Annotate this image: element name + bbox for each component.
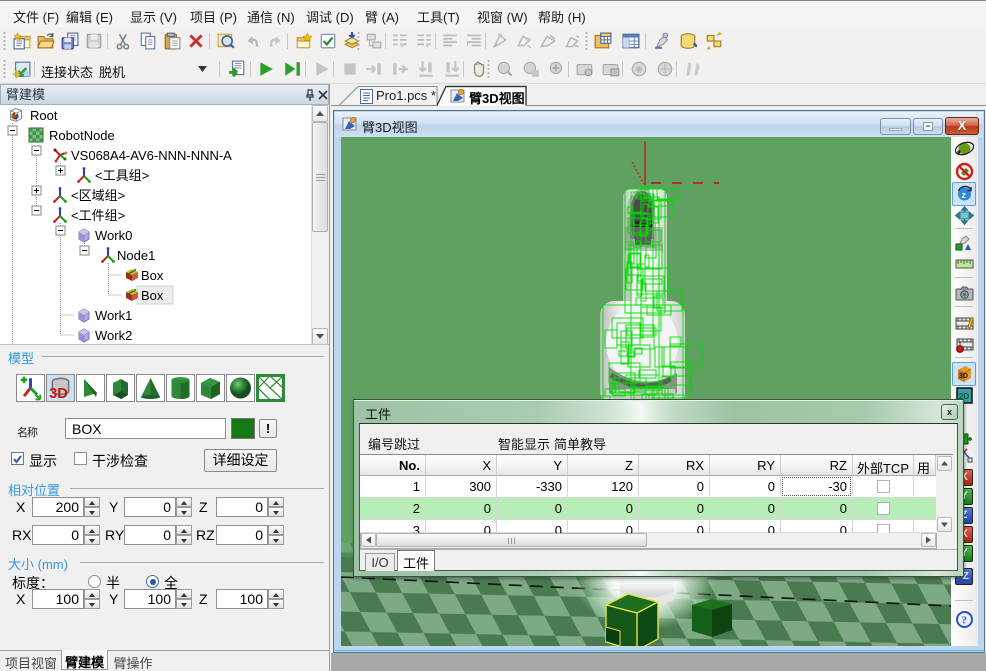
svg-text:RobotNode: RobotNode (49, 128, 115, 143)
svg-text:z: z (962, 190, 967, 200)
svg-text:VS068A4-AV6-NNN-NNN-A: VS068A4-AV6-NNN-NNN-A (71, 148, 232, 163)
svg-text:<工件组>: <工件组> (71, 208, 125, 223)
svg-text:Work0: Work0 (95, 228, 132, 243)
svg-text:Node1: Node1 (117, 248, 155, 263)
svg-text:<区域组>: <区域组> (71, 188, 125, 203)
svg-text:Box: Box (141, 288, 164, 303)
svg-text:3D: 3D (49, 386, 68, 401)
svg-text:?: ? (962, 615, 968, 627)
svg-text:Work2: Work2 (95, 328, 132, 343)
svg-text:Work1: Work1 (95, 308, 132, 323)
svg-text:Root: Root (30, 108, 58, 123)
svg-text:<工具组>: <工具组> (95, 168, 149, 183)
svg-text:3D: 3D (959, 373, 968, 380)
svg-text:Box: Box (141, 268, 164, 283)
